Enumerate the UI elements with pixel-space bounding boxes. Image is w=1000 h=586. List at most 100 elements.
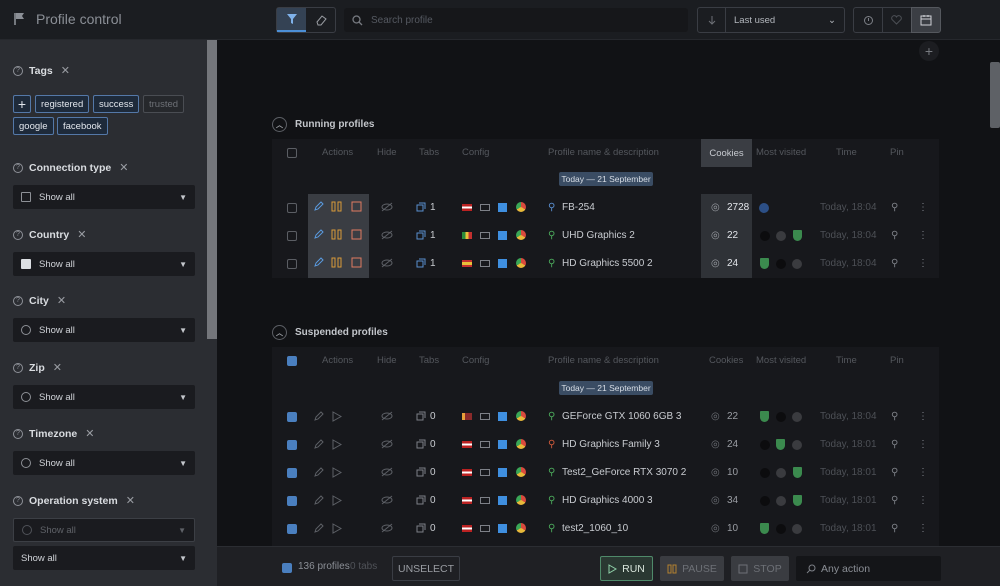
- site-icon[interactable]: [776, 496, 786, 506]
- site-icon[interactable]: [792, 524, 802, 534]
- play-icon[interactable]: [332, 523, 343, 537]
- edit-icon[interactable]: [313, 439, 324, 453]
- run-button[interactable]: RUN: [600, 556, 653, 581]
- more-icon[interactable]: ⋮: [918, 439, 928, 450]
- hide-icon[interactable]: [381, 258, 393, 271]
- collapse-icon[interactable]: ︿: [272, 325, 287, 340]
- calendar-icon[interactable]: [911, 7, 941, 33]
- table-row[interactable]: 0 ⚲ HD Graphics Family 3 ◎ 24 Today, 18:…: [272, 431, 939, 459]
- tag-success[interactable]: success: [93, 95, 140, 113]
- help-icon[interactable]: ?: [13, 428, 23, 439]
- search-input[interactable]: Search profile: [344, 8, 688, 32]
- more-icon[interactable]: ⋮: [918, 411, 928, 422]
- row-checkbox[interactable]: [287, 524, 297, 534]
- site-icon[interactable]: [760, 468, 770, 478]
- site-icon[interactable]: [792, 412, 802, 422]
- stop-icon[interactable]: [351, 257, 362, 271]
- site-icon[interactable]: [776, 231, 786, 241]
- table-row[interactable]: 1 ⚲ HD Graphics 5500 2 ◎ 24 Today, 18:04…: [272, 250, 939, 278]
- hide-icon[interactable]: [381, 230, 393, 243]
- more-icon[interactable]: ⋮: [918, 495, 928, 506]
- select-all-checkbox[interactable]: [287, 148, 297, 158]
- shield-icon[interactable]: [760, 411, 769, 422]
- profile-name[interactable]: HD Graphics 5500 2: [562, 258, 653, 269]
- table-row[interactable]: 1 ⚲ FB-254 ◎ 2728 Today, 18:04 ⚲ ⋮: [272, 194, 939, 222]
- pin-icon[interactable]: ⚲: [891, 230, 898, 241]
- close-icon[interactable]: ✕: [119, 161, 128, 174]
- tag-facebook[interactable]: facebook: [57, 117, 108, 135]
- table-row[interactable]: 0 ⚲ GEForce GTX 1060 6GB 3 ◎ 22 Today, 1…: [272, 403, 939, 431]
- timezone-select[interactable]: Show all ▼: [13, 451, 195, 475]
- add-tag-button[interactable]: +: [13, 95, 31, 113]
- help-icon[interactable]: ?: [13, 65, 23, 76]
- profile-name[interactable]: FB-254: [562, 202, 595, 213]
- more-icon[interactable]: ⋮: [918, 258, 928, 269]
- edit-icon[interactable]: [313, 523, 324, 537]
- table-row[interactable]: 0 ⚲ Test2_GeForce RTX 3070 2 ◎ 10 Today,…: [272, 459, 939, 487]
- more-icon[interactable]: ⋮: [918, 467, 928, 478]
- more-icon[interactable]: ⋮: [918, 523, 928, 534]
- help-icon[interactable]: ?: [13, 495, 23, 506]
- pin-icon[interactable]: ⚲: [891, 523, 898, 534]
- pause-icon[interactable]: [331, 257, 342, 271]
- tag-trusted[interactable]: trusted: [143, 95, 185, 113]
- profile-name[interactable]: Test2_GeForce RTX 3070 2: [562, 467, 686, 478]
- sidebar-scrollbar[interactable]: [207, 40, 217, 339]
- more-icon[interactable]: ⋮: [918, 202, 928, 213]
- site-icon[interactable]: [776, 468, 786, 478]
- city-select[interactable]: Show all ▼: [13, 318, 195, 342]
- profile-name[interactable]: HD Graphics 4000 3: [562, 495, 653, 506]
- close-icon[interactable]: ✕: [61, 64, 70, 77]
- pause-icon[interactable]: [331, 201, 342, 215]
- pin-icon[interactable]: ⚲: [891, 439, 898, 450]
- connection-type-select[interactable]: Show all ▼: [13, 185, 195, 209]
- table-row[interactable]: 0 ⚲ test2_1060_10 ◎ 10 Today, 18:01 ⚲ ⋮: [272, 515, 939, 543]
- shield-icon[interactable]: [793, 230, 802, 241]
- collapse-icon[interactable]: ︿: [272, 117, 287, 132]
- site-icon[interactable]: [792, 440, 802, 450]
- unselect-button[interactable]: UNSELECT: [392, 556, 460, 581]
- help-icon[interactable]: ?: [13, 162, 23, 173]
- shield-icon[interactable]: [760, 258, 769, 269]
- hide-icon[interactable]: [381, 202, 393, 215]
- profile-name[interactable]: HD Graphics Family 3: [562, 439, 660, 450]
- hide-icon[interactable]: [381, 439, 393, 452]
- timer-icon[interactable]: [853, 7, 883, 33]
- add-profile-button[interactable]: +: [919, 41, 939, 61]
- heart-icon[interactable]: [882, 7, 912, 33]
- row-checkbox[interactable]: [287, 468, 297, 478]
- row-checkbox[interactable]: [287, 440, 297, 450]
- stop-icon[interactable]: [351, 201, 362, 215]
- tag-google[interactable]: google: [13, 117, 54, 135]
- shield-icon[interactable]: [776, 439, 785, 450]
- tag-registered[interactable]: registered: [35, 95, 90, 113]
- row-checkbox[interactable]: [287, 412, 297, 422]
- play-icon[interactable]: [332, 411, 343, 425]
- row-checkbox[interactable]: [287, 203, 297, 213]
- shield-icon[interactable]: [760, 523, 769, 534]
- help-icon[interactable]: ?: [13, 362, 23, 373]
- site-icon[interactable]: [760, 496, 770, 506]
- eraser-icon[interactable]: [306, 8, 335, 32]
- profile-name[interactable]: test2_1060_10: [562, 523, 628, 534]
- partial-select-checkbox[interactable]: [282, 563, 292, 573]
- site-icon[interactable]: [776, 412, 786, 422]
- row-checkbox[interactable]: [287, 259, 297, 269]
- play-icon[interactable]: [332, 439, 343, 453]
- facebook-site-icon[interactable]: [759, 203, 769, 213]
- edit-icon[interactable]: [313, 467, 324, 481]
- edit-icon[interactable]: [313, 495, 324, 509]
- site-icon[interactable]: [776, 259, 786, 269]
- play-icon[interactable]: [332, 495, 343, 509]
- action-select[interactable]: Any action: [796, 556, 941, 581]
- filter-icon[interactable]: [277, 8, 306, 32]
- pin-icon[interactable]: ⚲: [891, 411, 898, 422]
- main-scrollbar[interactable]: [990, 62, 1000, 128]
- play-icon[interactable]: [332, 467, 343, 481]
- pin-icon[interactable]: ⚲: [891, 467, 898, 478]
- table-row[interactable]: 0 ⚲ HD Graphics 4000 3 ◎ 34 Today, 18:01…: [272, 487, 939, 515]
- os-select-disabled[interactable]: Show all ▼: [13, 518, 195, 542]
- edit-icon[interactable]: [313, 201, 324, 215]
- shield-icon[interactable]: [793, 467, 802, 478]
- close-icon[interactable]: ✕: [53, 361, 62, 374]
